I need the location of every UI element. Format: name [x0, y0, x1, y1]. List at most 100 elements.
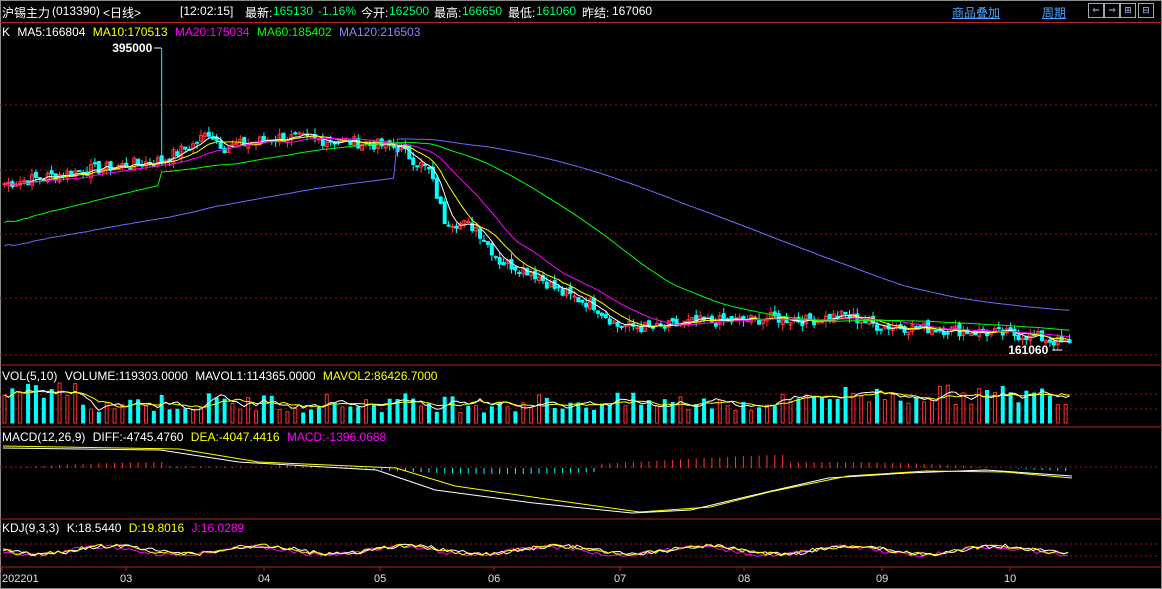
candle [411, 157, 416, 166]
volume-bar [214, 397, 219, 424]
ma20-line [4, 138, 1070, 338]
volume-bar [379, 412, 384, 424]
volume-bar [859, 395, 864, 424]
candle [128, 167, 133, 170]
volume-bar [285, 411, 290, 424]
x-axis-label: 07 [614, 573, 626, 585]
candle [544, 281, 549, 289]
low-marker: 161060 [1008, 343, 1048, 357]
volume-bar [584, 407, 589, 424]
candle [466, 221, 471, 224]
high-marker: 395000 [112, 41, 152, 55]
candle [183, 146, 188, 150]
volume-bar [387, 398, 392, 424]
candle [533, 270, 538, 280]
volume-bar [953, 404, 958, 424]
volume-bar [922, 401, 927, 424]
volume-bar [340, 406, 345, 424]
candle [159, 155, 164, 163]
volume-bar [474, 404, 479, 424]
volume-bar [961, 392, 966, 424]
volume-bar [411, 398, 416, 424]
candle [336, 140, 341, 143]
candle [442, 201, 447, 225]
candle [933, 329, 938, 333]
candle [985, 333, 990, 337]
candle [434, 177, 439, 199]
volume-bar [426, 403, 431, 424]
volume-bar [191, 408, 196, 424]
volume-bar [733, 410, 738, 424]
volume-bar [403, 393, 408, 424]
dea-line [2, 445, 1073, 513]
volume-bar [316, 407, 321, 424]
candle [261, 135, 266, 142]
candle [49, 170, 54, 175]
volume-bar [874, 388, 879, 424]
candle [843, 312, 848, 315]
candle [635, 327, 640, 330]
candle [859, 321, 864, 324]
volume-bar [615, 392, 620, 424]
volume-bar [238, 408, 243, 424]
volume-bar [356, 406, 361, 424]
x-axis-label: 05 [374, 573, 386, 585]
candle [195, 141, 200, 144]
volume-bar [906, 402, 911, 424]
candle [513, 266, 518, 271]
volume-bar [599, 403, 604, 424]
volume-bar [631, 392, 636, 424]
volume-bar [576, 402, 581, 424]
candle [293, 132, 298, 135]
volume-bar [867, 401, 872, 424]
volume-bar [568, 402, 573, 424]
candle [481, 239, 486, 242]
candle [623, 325, 628, 328]
candle [1047, 339, 1052, 343]
volume-bar [364, 399, 369, 424]
volume-bar [529, 407, 534, 424]
volume-bar [552, 407, 557, 424]
x-axis-label: 04 [258, 573, 270, 585]
x-axis-label: 06 [488, 573, 500, 585]
volume-bar [780, 393, 785, 424]
volume-bar [442, 396, 447, 424]
candle [92, 162, 97, 165]
volume-bar [309, 409, 314, 424]
volume-bar [937, 386, 942, 424]
volume-bar [332, 403, 337, 424]
candle [874, 324, 879, 331]
volume-bar [1032, 392, 1037, 424]
candle [800, 319, 805, 327]
volume-bar [945, 384, 950, 424]
x-axis-label: 10 [1004, 573, 1016, 585]
volume-bar [930, 399, 935, 424]
volume-bar [1008, 392, 1013, 424]
volume-bar [505, 406, 510, 424]
candle [423, 164, 428, 167]
volume-bar [41, 397, 46, 424]
candle [757, 318, 762, 325]
candle [446, 224, 451, 227]
volume-bar [49, 388, 54, 424]
candle [878, 328, 883, 331]
candle [584, 302, 589, 308]
volume-bar [81, 404, 86, 424]
volume-bar [18, 392, 23, 424]
volume-bar [371, 403, 376, 424]
candle [509, 259, 514, 270]
candle [1051, 340, 1056, 346]
volume-bar [1055, 404, 1060, 424]
volume-bar [1000, 386, 1005, 424]
kline-chart[interactable]: 395000 161060 202201 03 04 05 06 07 08 09 10 [0, 0, 1162, 589]
volume-bar [686, 409, 691, 424]
volume-bar [1063, 403, 1068, 424]
candle [647, 320, 652, 327]
volume-bar [293, 408, 298, 424]
volume-bar [749, 409, 754, 424]
ma60-line [4, 141, 1070, 331]
volume-bar [796, 398, 801, 424]
candle [497, 257, 502, 265]
volume-bar [788, 400, 793, 424]
candle [478, 228, 483, 239]
